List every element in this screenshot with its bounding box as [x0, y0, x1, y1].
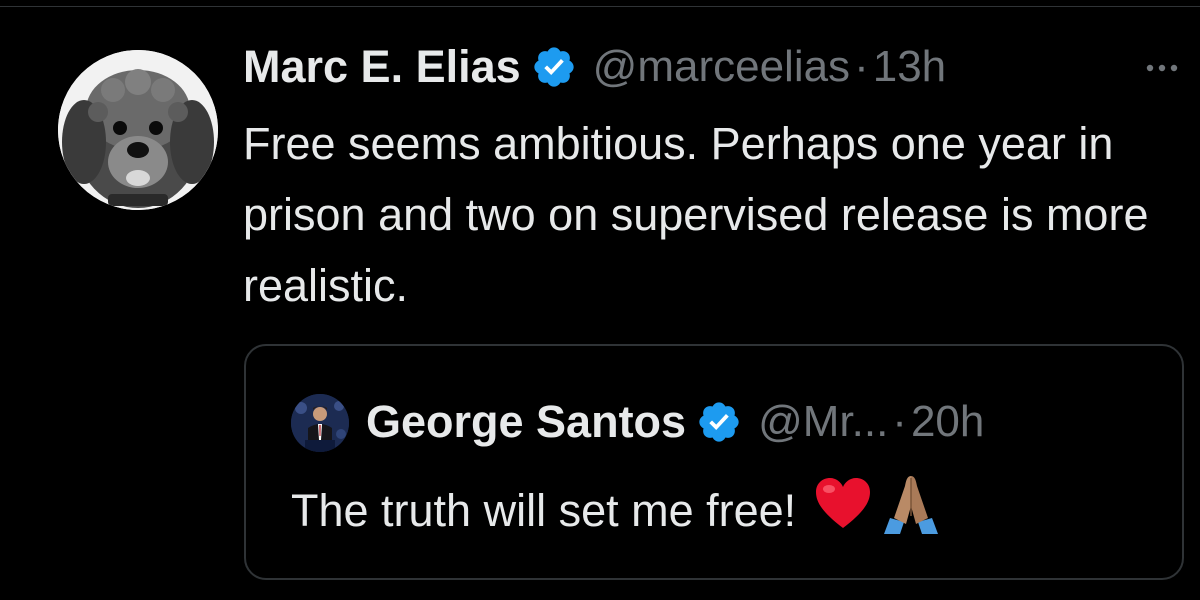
quoted-author-handle[interactable]: @Mr...	[758, 397, 888, 447]
quoted-tweet-timestamp[interactable]: 20h	[911, 397, 984, 447]
quoted-tweet-body: The truth will set me free!	[291, 472, 942, 549]
quoted-tweet-header: George Santos @Mr... · 20h	[366, 392, 984, 452]
quoted-author-display-name[interactable]: George Santos	[366, 396, 686, 448]
more-horizontal-icon[interactable]	[1137, 48, 1187, 88]
author-display-name[interactable]: Marc E. Elias	[243, 41, 521, 93]
tweet-header: Marc E. Elias @marceelias · 13h	[243, 36, 946, 98]
quoted-verified-badge-icon	[696, 399, 742, 445]
heart-icon	[814, 476, 872, 545]
author-handle[interactable]: @marceelias	[593, 42, 850, 92]
quoted-tweet-card[interactable]: George Santos @Mr... · 20h The truth wil…	[244, 344, 1184, 580]
tweet-text: Free seems ambitious. Perhaps one year i…	[243, 118, 1149, 311]
tweet-timestamp[interactable]: 13h	[873, 42, 946, 92]
quoted-separator-dot: ·	[892, 397, 907, 446]
quoted-tweet-text: The truth will set me free!	[291, 484, 797, 536]
verified-badge-icon	[531, 44, 577, 90]
quoted-author-avatar[interactable]	[291, 394, 349, 452]
author-avatar[interactable]	[58, 50, 218, 210]
top-divider	[0, 6, 1200, 7]
folded-hands-icon	[880, 472, 942, 549]
separator-dot: ·	[854, 42, 869, 91]
